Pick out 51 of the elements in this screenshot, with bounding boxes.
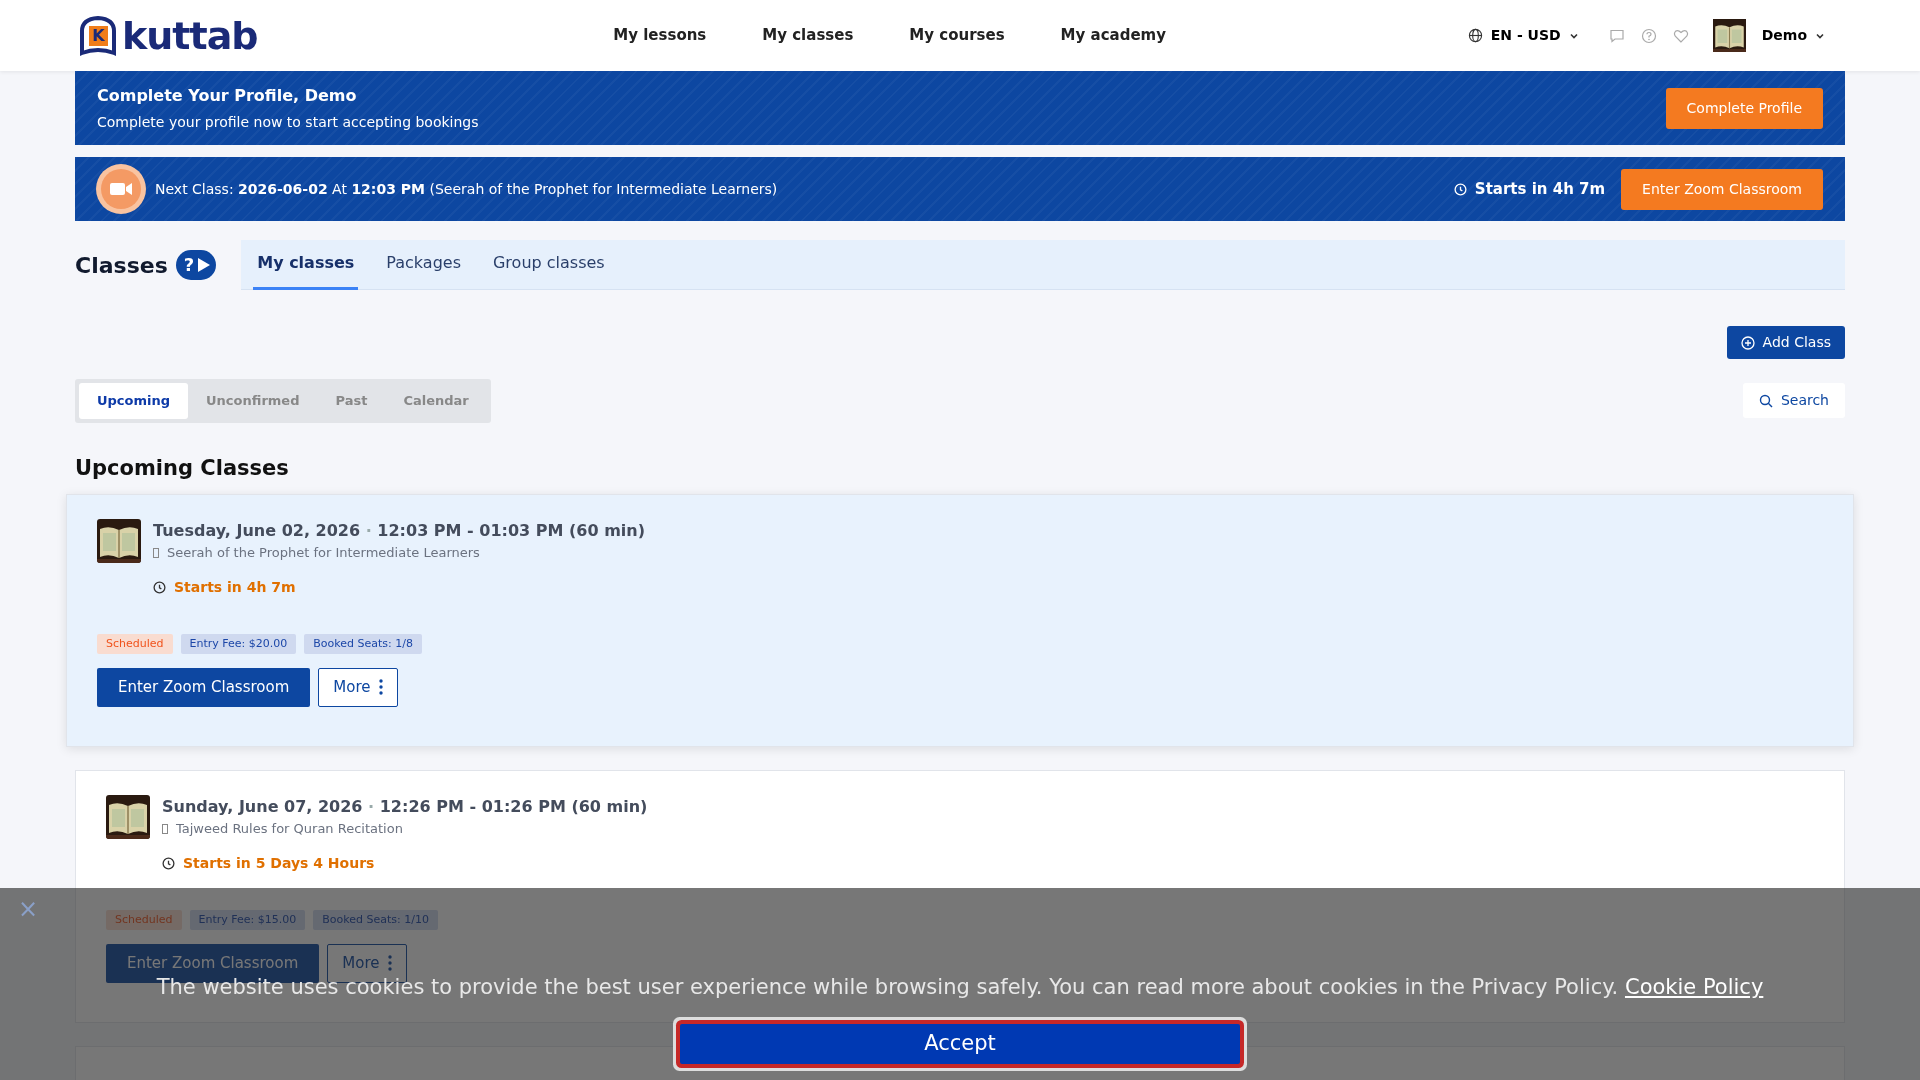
status-badge: Scheduled — [106, 909, 182, 930]
filter-tab[interactable]: Upcoming — [79, 383, 189, 419]
banner-title: Complete Your Profile, Demo — [97, 84, 358, 107]
class-date-time: Sunday, June 07, 2026 · 12:26 PM - 01:26 PM (60 min) — [162, 796, 648, 818]
fee-badge: Entry Fee: $15.00 — [189, 909, 306, 930]
heart-icon[interactable] — [1672, 27, 1689, 44]
add-class-button[interactable]: Add Class — [1726, 326, 1845, 359]
tab[interactable]: Group classes — [488, 239, 609, 290]
class-date-time: Tuesday, June 02, 2026 · 12:03 PM - 01:03 PM (60 min) — [153, 520, 645, 542]
status-badge: Scheduled — [97, 633, 173, 654]
logo-text: kuttab — [122, 16, 258, 55]
class-countdown: Starts in 5 Days 4 Hours — [183, 853, 375, 873]
nav-link[interactable]: My courses — [909, 24, 1005, 47]
nav-link[interactable]: My lessons — [613, 24, 707, 47]
video-camera-icon — [95, 163, 147, 215]
page-title: Classes — [75, 251, 168, 280]
user-menu[interactable]: Demo — [1761, 25, 1825, 46]
search-button[interactable]: Search — [1742, 383, 1845, 419]
cookie-policy-link[interactable]: Cookie Policy — [1624, 975, 1764, 999]
tab[interactable]: My classes — [253, 239, 359, 290]
chat-icon[interactable] — [1608, 27, 1625, 44]
fee-badge: Entry Fee: $20.00 — [180, 633, 297, 654]
missing-glyph-icon — [162, 823, 168, 834]
next-class-text: Next Class: 2026-06-02 At 12:03 PM (Seerah of the Prophet for Intermediate Learners) — [155, 179, 778, 199]
banner-text: Complete your profile now to start accepting bookings — [97, 112, 479, 132]
course-name: Seerah of the Prophet for Intermediate Learners — [167, 544, 480, 562]
enter-classroom-button[interactable]: Enter Zoom Classroom — [97, 668, 311, 707]
missing-glyph-icon — [153, 547, 159, 558]
kebab-icon — [378, 679, 383, 696]
class-countdown: Starts in 4h 7m — [174, 577, 296, 597]
language-currency-dropdown[interactable]: EN - USD — [1461, 24, 1585, 47]
plus-circle-icon — [1740, 335, 1755, 350]
section-title: Upcoming Classes — [75, 454, 290, 482]
countdown-text: Starts in 4h 7m — [1453, 177, 1606, 201]
more-button[interactable]: More — [318, 668, 398, 707]
tab[interactable]: Packages — [382, 239, 465, 290]
clock-icon — [162, 856, 175, 870]
search-icon — [1758, 393, 1773, 408]
seats-badge: Booked Seats: 1/10 — [313, 909, 438, 930]
globe-icon — [1467, 28, 1483, 43]
nav-link[interactable]: My academy — [1060, 24, 1166, 47]
play-icon — [198, 258, 211, 272]
help-icon[interactable] — [1640, 27, 1657, 44]
course-name: Tajweed Rules for Quran Recitation — [176, 820, 403, 838]
clock-icon — [153, 580, 166, 594]
nav-link[interactable]: My classes — [762, 24, 854, 47]
help-video-button[interactable]: ? — [175, 250, 217, 280]
logo-icon: K — [78, 14, 118, 57]
seats-badge: Booked Seats: 1/8 — [304, 633, 422, 654]
clock-icon — [1453, 182, 1467, 196]
kebab-icon — [387, 955, 392, 972]
